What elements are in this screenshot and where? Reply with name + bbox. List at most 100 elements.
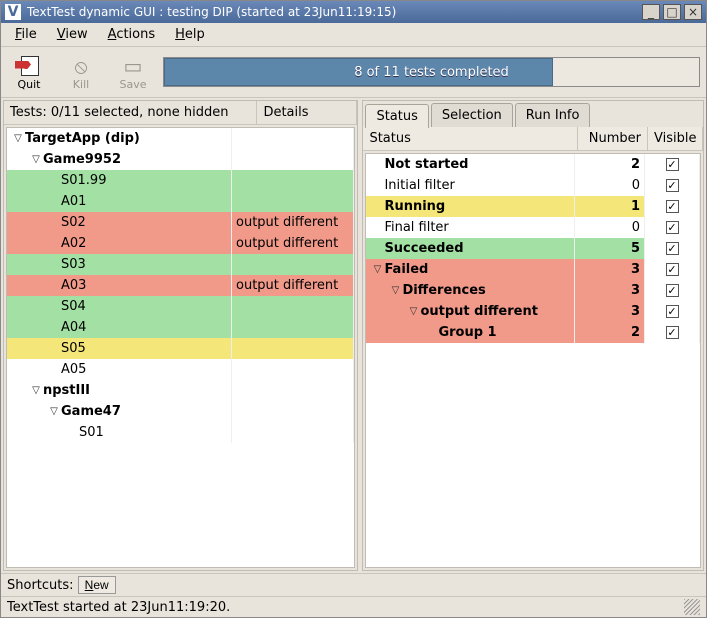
visible-checkbox[interactable]: ✓ xyxy=(666,221,679,234)
minimize-button[interactable]: _ xyxy=(642,4,660,20)
tree-row[interactable]: S02output different xyxy=(7,212,354,233)
status-number: 0 xyxy=(575,217,645,238)
tree-row[interactable]: A01 xyxy=(7,191,354,212)
tab-selection[interactable]: Selection xyxy=(431,103,513,127)
status-row[interactable]: ▽output different3✓ xyxy=(366,301,700,322)
visible-cell: ✓ xyxy=(645,238,700,259)
tree-row[interactable]: ▽Game9952 xyxy=(7,149,354,170)
status-row[interactable]: Group 12✓ xyxy=(366,322,700,343)
tree-row[interactable]: ▽TargetApp (dip) xyxy=(7,128,354,149)
status-number: 3 xyxy=(575,259,645,280)
row-detail: output different xyxy=(232,233,354,254)
row-name: Game9952 xyxy=(43,152,121,167)
tree-row[interactable]: ▽npstIII xyxy=(7,380,354,401)
row-detail xyxy=(232,338,354,359)
visible-checkbox[interactable]: ✓ xyxy=(666,284,679,297)
row-detail xyxy=(232,296,354,317)
expander-icon[interactable]: ▽ xyxy=(388,285,402,296)
status-bar: TextTest started at 23Jun11:19:20. xyxy=(1,596,706,617)
tests-tree[interactable]: ▽TargetApp (dip)▽Game9952S01.99A01S02out… xyxy=(6,127,355,568)
tree-row[interactable]: A04 xyxy=(7,317,354,338)
tab-status[interactable]: Status xyxy=(365,104,428,128)
quit-button[interactable]: Quit xyxy=(7,51,51,93)
row-detail xyxy=(232,317,354,338)
col-visible[interactable]: Visible xyxy=(648,127,703,150)
tree-row[interactable]: A03 output different xyxy=(7,275,354,296)
col-number[interactable]: Number xyxy=(578,127,648,150)
tree-row[interactable]: A05 xyxy=(7,359,354,380)
tree-row[interactable]: A02 output different xyxy=(7,233,354,254)
row-name: S01 xyxy=(79,425,104,440)
menu-actions[interactable]: Actions xyxy=(100,25,164,44)
visible-cell: ✓ xyxy=(645,301,700,322)
menubar: File View Actions Help xyxy=(1,23,706,47)
visible-checkbox[interactable]: ✓ xyxy=(666,263,679,276)
status-name: Running xyxy=(384,199,445,214)
shortcuts-bar: Shortcuts: New xyxy=(1,573,706,596)
left-panel: Tests: 0/11 selected, none hidden Detail… xyxy=(3,100,358,571)
expander-icon[interactable]: ▽ xyxy=(29,385,43,396)
menu-view[interactable]: View xyxy=(49,25,96,44)
status-row[interactable]: Not started2✓ xyxy=(366,154,700,175)
visible-checkbox[interactable]: ✓ xyxy=(666,326,679,339)
new-shortcut-button[interactable]: New xyxy=(78,576,116,594)
expander-icon[interactable]: ▽ xyxy=(11,133,25,144)
app-icon: V xyxy=(5,4,21,20)
close-button[interactable]: × xyxy=(684,4,702,20)
status-row[interactable]: Succeeded5✓ xyxy=(366,238,700,259)
expander-icon[interactable]: ▽ xyxy=(29,154,43,165)
visible-checkbox[interactable]: ✓ xyxy=(666,242,679,255)
details-header[interactable]: Details xyxy=(257,101,357,124)
tree-row[interactable]: S03 xyxy=(7,254,354,275)
status-tree[interactable]: Not started2✓Initial filter0✓Running1✓Fi… xyxy=(365,153,701,568)
row-name: S03 xyxy=(61,257,86,272)
visible-checkbox[interactable]: ✓ xyxy=(666,305,679,318)
status-number: 1 xyxy=(575,196,645,217)
status-name: Initial filter xyxy=(384,178,454,193)
titlebar[interactable]: V TextTest dynamic GUI : testing DIP (st… xyxy=(1,1,706,23)
expander-icon[interactable]: ▽ xyxy=(47,406,61,417)
menu-help[interactable]: Help xyxy=(167,25,213,44)
row-detail xyxy=(232,401,354,422)
menu-file[interactable]: File xyxy=(7,25,45,44)
maximize-button[interactable]: □ xyxy=(663,4,681,20)
tree-row[interactable]: S04 xyxy=(7,296,354,317)
kill-button[interactable]: ⦸ Kill xyxy=(59,51,103,93)
expander-icon[interactable]: ▽ xyxy=(406,306,420,317)
row-name: A02 xyxy=(61,236,86,251)
save-button[interactable]: ▭ Save xyxy=(111,51,155,93)
status-row[interactable]: ▽Failed3✓ xyxy=(366,259,700,280)
tree-row[interactable]: S01 xyxy=(7,422,354,443)
kill-icon: ⦸ xyxy=(67,54,95,78)
resize-grip[interactable] xyxy=(684,599,700,615)
progress-text: 8 of 11 tests completed xyxy=(164,58,699,86)
quit-icon xyxy=(15,54,43,78)
visible-checkbox[interactable]: ✓ xyxy=(666,200,679,213)
status-row[interactable]: ▽Differences3✓ xyxy=(366,280,700,301)
status-row[interactable]: Running 1 ✓ xyxy=(366,196,700,217)
right-tabs: Status Selection Run Info xyxy=(363,101,703,127)
expander-icon[interactable]: ▽ xyxy=(370,264,384,275)
row-detail: output different xyxy=(232,275,354,296)
status-row[interactable]: Initial filter0✓ xyxy=(366,175,700,196)
visible-checkbox[interactable]: ✓ xyxy=(666,179,679,192)
toolbar: Quit ⦸ Kill ▭ Save 8 of 11 tests complet… xyxy=(1,47,706,98)
tree-row[interactable]: ▽Game47 xyxy=(7,401,354,422)
save-label: Save xyxy=(119,78,146,91)
tab-runinfo[interactable]: Run Info xyxy=(515,103,591,127)
row-name: A03 xyxy=(61,278,86,293)
row-detail xyxy=(232,359,354,380)
left-header: Tests: 0/11 selected, none hidden Detail… xyxy=(4,101,357,125)
shortcuts-label: Shortcuts: xyxy=(7,578,74,593)
visible-cell: ✓ xyxy=(645,175,700,196)
status-name: Group 1 xyxy=(438,325,496,340)
status-row[interactable]: Final filter0✓ xyxy=(366,217,700,238)
col-status[interactable]: Status xyxy=(363,127,578,150)
tests-summary[interactable]: Tests: 0/11 selected, none hidden xyxy=(4,101,257,124)
row-detail xyxy=(232,170,354,191)
tree-row[interactable]: S05 xyxy=(7,338,354,359)
row-name: A01 xyxy=(61,194,86,209)
row-detail xyxy=(232,380,354,401)
tree-row[interactable]: S01.99 xyxy=(7,170,354,191)
visible-checkbox[interactable]: ✓ xyxy=(666,158,679,171)
